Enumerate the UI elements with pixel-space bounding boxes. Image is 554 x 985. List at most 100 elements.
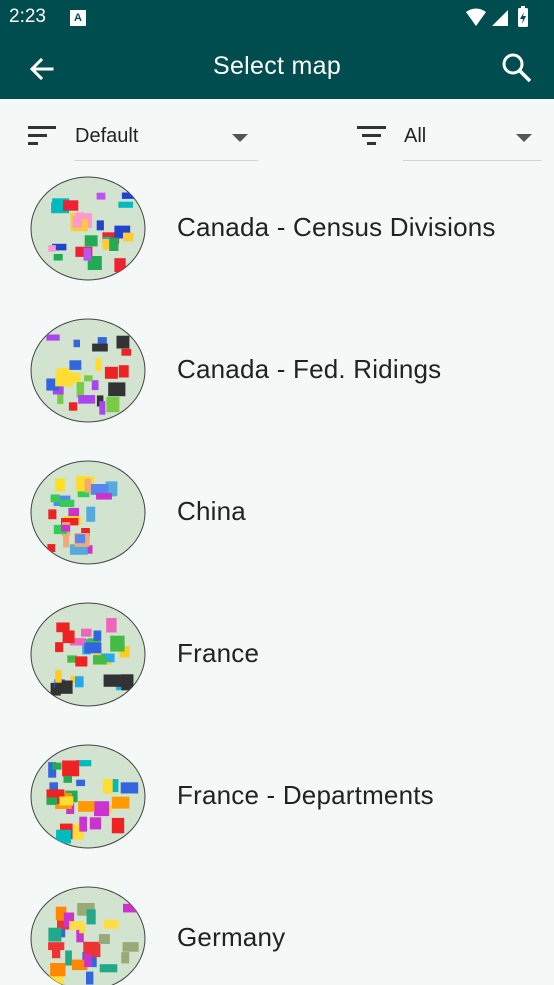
map-region — [92, 343, 108, 352]
map-region — [123, 903, 139, 913]
map-region — [59, 499, 75, 507]
map-region — [93, 655, 107, 665]
map-region — [50, 494, 60, 503]
map-region — [84, 375, 93, 382]
map-region — [106, 618, 117, 633]
map-region — [93, 630, 102, 641]
chevron-down-icon — [232, 134, 248, 142]
map-region — [46, 334, 60, 341]
map-region — [118, 365, 129, 378]
page-title: Select map — [212, 52, 342, 80]
map-region — [67, 655, 77, 663]
map-region — [96, 220, 104, 231]
map-list-item[interactable]: France - Departments — [0, 687, 554, 849]
map-list-item[interactable]: Germany — [0, 829, 554, 985]
map-region — [96, 493, 112, 500]
map-region — [48, 245, 56, 252]
map-region — [99, 964, 118, 973]
map-name: France — [177, 638, 260, 668]
map-region — [121, 952, 130, 964]
sort-icon — [28, 126, 56, 145]
map-region — [84, 953, 92, 967]
map-region — [109, 237, 119, 251]
sort-dropdown[interactable]: Default — [74, 116, 258, 161]
map-region — [120, 782, 139, 794]
map-list-item[interactable]: France — [0, 545, 554, 707]
status-bar: 2:23 A — [0, 0, 554, 37]
map-region — [111, 796, 130, 809]
map-region — [62, 630, 75, 644]
map-region — [81, 628, 92, 637]
map-region — [56, 367, 69, 376]
map-region — [48, 927, 62, 942]
map-list: Canada - Census Divisions Canada - Fed. R… — [0, 169, 554, 985]
map-region — [118, 201, 133, 208]
map-region — [121, 348, 132, 356]
wifi-icon — [466, 8, 486, 26]
map-region — [72, 216, 83, 228]
filter-dropdown[interactable]: All — [403, 116, 542, 161]
map-region — [94, 801, 110, 817]
map-name: Germany — [177, 922, 286, 952]
app-bar: Select map — [0, 37, 554, 99]
map-region — [75, 534, 86, 544]
status-icons — [466, 6, 528, 27]
map-region — [83, 247, 92, 261]
notification-icon: A — [70, 10, 86, 26]
map-region — [108, 382, 126, 397]
map-region — [78, 801, 95, 812]
map-region — [104, 366, 118, 379]
map-list-item[interactable]: Canada - Fed. Ridings — [0, 261, 554, 423]
map-region — [84, 478, 91, 493]
status-time: 2:23 — [9, 6, 46, 27]
map-region — [84, 642, 102, 654]
map-region — [75, 656, 88, 667]
chevron-down-icon — [516, 134, 532, 142]
map-region — [52, 762, 62, 770]
map-region — [69, 360, 82, 370]
map-region — [55, 642, 64, 653]
map-region — [96, 192, 106, 200]
map-region — [50, 963, 66, 977]
map-region — [98, 934, 110, 944]
map-region — [61, 524, 71, 532]
map-region — [110, 635, 125, 652]
map-region — [53, 254, 63, 261]
map-region — [103, 674, 122, 687]
map-region — [48, 509, 57, 520]
map-region — [86, 909, 96, 925]
map-region — [69, 921, 85, 930]
map-region — [84, 235, 98, 247]
map-region — [74, 676, 84, 688]
map-name: Canada - Fed. Ridings — [177, 354, 442, 384]
map-list-item[interactable]: China — [0, 403, 554, 565]
map-region — [102, 778, 113, 794]
map-region — [104, 919, 119, 929]
map-region — [95, 358, 102, 371]
filter-bar: Default All — [0, 99, 554, 169]
map-region — [46, 797, 58, 805]
map-region — [63, 200, 79, 211]
map-region — [55, 669, 62, 683]
map-region — [122, 942, 139, 952]
map-thumbnail — [30, 886, 146, 985]
map-region — [63, 775, 72, 783]
map-region — [86, 971, 94, 985]
map-region — [52, 945, 61, 959]
search-icon[interactable] — [500, 51, 534, 85]
map-region — [86, 506, 96, 522]
filter-icon — [357, 126, 386, 145]
filter-value: All — [404, 125, 427, 147]
map-name: China — [177, 496, 246, 526]
map-name: Canada - Census Divisions — [177, 212, 496, 242]
map-region — [89, 817, 102, 830]
map-list-item[interactable]: Canada - Census Divisions — [0, 169, 554, 281]
map-region — [73, 339, 80, 348]
map-region — [123, 232, 134, 242]
signal-icon — [492, 10, 508, 26]
map-region — [62, 760, 79, 777]
map-region — [91, 380, 99, 391]
sort-value: Default — [75, 125, 139, 147]
map-region — [55, 478, 65, 492]
map-region — [76, 779, 85, 787]
